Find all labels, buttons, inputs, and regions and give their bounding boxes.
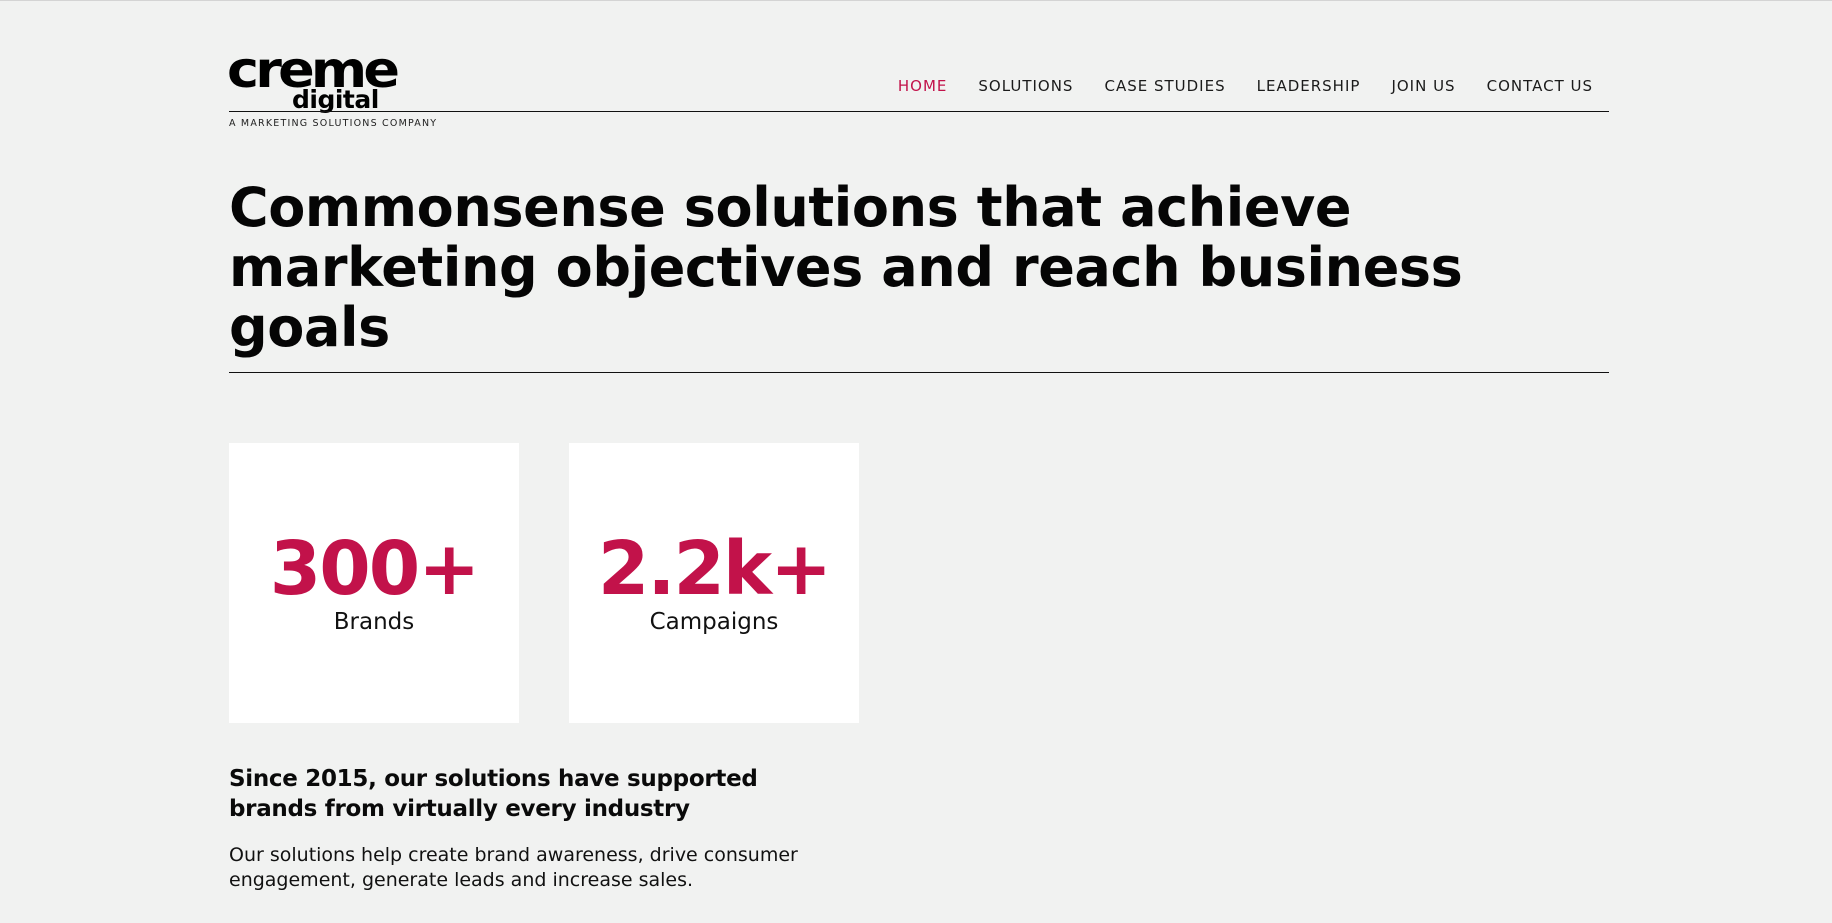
stat-label: Campaigns bbox=[649, 609, 779, 635]
stats-section: 300+ Brands 2.2k+ Campaigns bbox=[229, 443, 859, 723]
creme-digital-logo[interactable]: creme digital A MARKETING SOLUTIONS COMP… bbox=[227, 45, 449, 133]
stat-card-brands: 300+ Brands bbox=[229, 443, 519, 723]
site-header: creme digital A MARKETING SOLUTIONS COMP… bbox=[227, 1, 1609, 141]
main-nav: HOME SOLUTIONS CASE STUDIES LEADERSHIP J… bbox=[898, 78, 1593, 94]
nav-item-leadership[interactable]: LEADERSHIP bbox=[1257, 78, 1361, 94]
stat-label: Brands bbox=[333, 609, 415, 635]
logo-tagline: A MARKETING SOLUTIONS COMPANY bbox=[229, 118, 438, 129]
hero-divider bbox=[229, 372, 1609, 373]
nav-item-home[interactable]: HOME bbox=[898, 78, 948, 94]
stat-card-campaigns: 2.2k+ Campaigns bbox=[569, 443, 859, 723]
nav-item-solutions[interactable]: SOLUTIONS bbox=[978, 78, 1073, 94]
about-text: Our solutions help create brand awarenes… bbox=[229, 844, 798, 891]
stat-value: 300+ bbox=[269, 526, 480, 612]
stat-value: 2.2k+ bbox=[597, 526, 832, 612]
nav-item-join-us[interactable]: JOIN US bbox=[1391, 78, 1455, 94]
nav-item-case-studies[interactable]: CASE STUDIES bbox=[1104, 78, 1225, 94]
hero-title: Commonsense solutions that achieve marke… bbox=[229, 176, 1463, 359]
logo-wordmark-digital: digital bbox=[292, 85, 379, 114]
header-divider bbox=[229, 111, 1609, 112]
page-container: creme digital A MARKETING SOLUTIONS COMP… bbox=[227, 1, 1609, 891]
about-heading: Since 2015, our solutions have supported… bbox=[229, 766, 758, 822]
nav-item-contact-us[interactable]: CONTACT US bbox=[1487, 78, 1593, 94]
